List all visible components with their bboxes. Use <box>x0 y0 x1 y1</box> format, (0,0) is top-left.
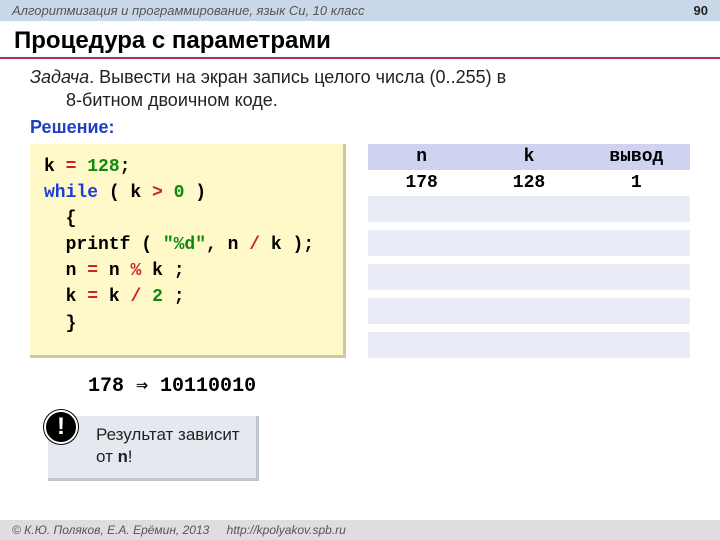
trace-table: n k вывод 178 128 1 <box>368 144 690 358</box>
task-line1: Задача. Вывести на экран запись целого ч… <box>30 67 690 88</box>
footer-url: http://kpolyakov.spb.ru <box>227 523 346 537</box>
task-text1: . Вывести на экран запись целого числа (… <box>89 67 506 87</box>
header-bar: Алгоритмизация и программирование, язык … <box>0 0 720 21</box>
trace-header-row: n k вывод <box>368 144 690 170</box>
table-row <box>368 264 690 290</box>
code-block: k = 128; while ( k > 0 ) { printf ( "%d"… <box>30 144 346 358</box>
page-number: 90 <box>694 3 708 18</box>
result-output: 178 ⇒ 10110010 <box>88 372 690 398</box>
note-box: ! Результат зависит от n! <box>48 416 259 481</box>
course-label: Алгоритмизация и программирование, язык … <box>12 3 364 18</box>
task-label: Задача <box>30 67 89 87</box>
note-line2c: ! <box>128 447 133 466</box>
note-var: n <box>118 449 128 468</box>
table-row: 178 128 1 <box>368 170 690 196</box>
page-title: Процедура с параметрами <box>0 21 720 59</box>
note-line1: Результат зависит <box>96 425 240 444</box>
th-n: n <box>368 144 475 170</box>
exclamation-icon: ! <box>44 410 78 444</box>
footer-bar: © К.Ю. Поляков, Е.А. Ерёмин, 2013 http:/… <box>0 520 720 540</box>
table-row <box>368 196 690 222</box>
table-row <box>368 230 690 256</box>
th-out: вывод <box>583 144 690 170</box>
table-row <box>368 298 690 324</box>
main-row: k = 128; while ( k > 0 ) { printf ( "%d"… <box>30 144 690 358</box>
copyright: © К.Ю. Поляков, Е.А. Ерёмин, 2013 <box>12 523 209 537</box>
content-area: Задача. Вывести на экран запись целого ч… <box>0 59 720 481</box>
note-line2a: от <box>96 447 118 466</box>
th-k: k <box>475 144 582 170</box>
task-line2: 8-битном двоичном коде. <box>30 90 690 111</box>
table-row <box>368 332 690 358</box>
solution-label: Решение: <box>30 117 690 138</box>
